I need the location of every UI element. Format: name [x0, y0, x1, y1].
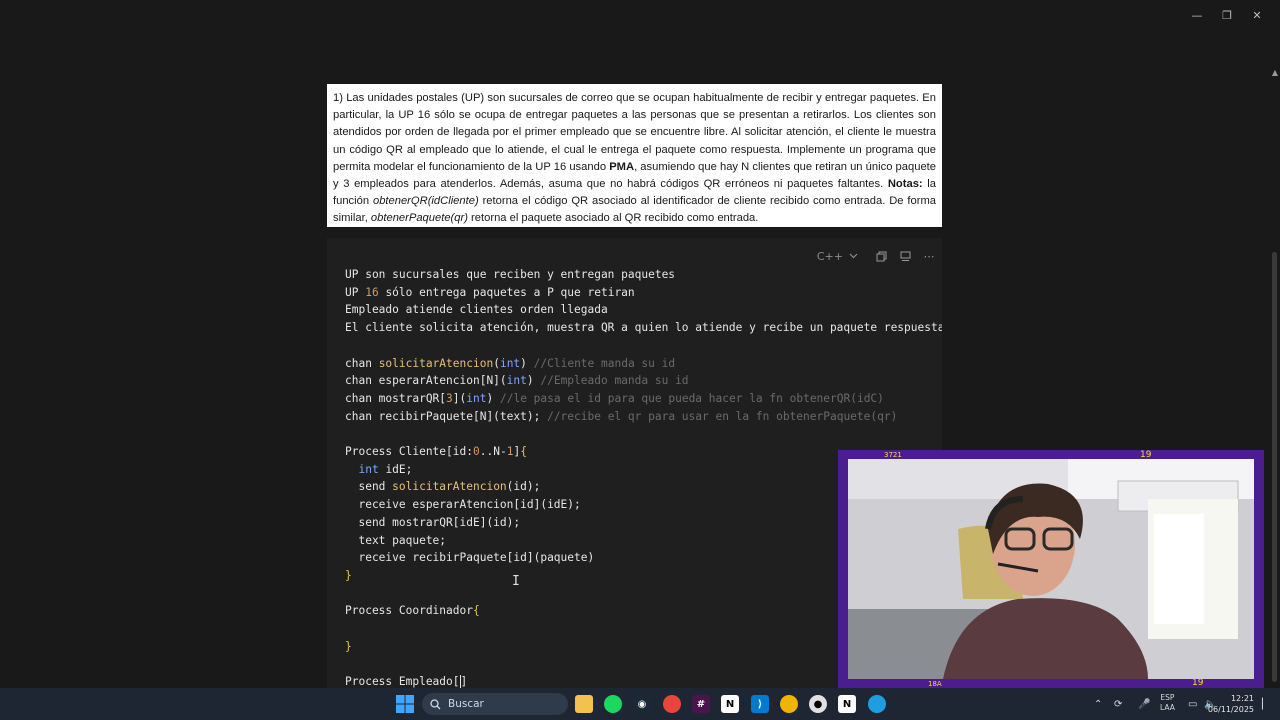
network-icon[interactable]: ▭: [1188, 688, 1197, 720]
edge-icon[interactable]: [868, 695, 886, 713]
problem-pma: PMA: [609, 160, 635, 173]
vertical-scrollbar[interactable]: [1272, 252, 1277, 682]
webcam-label-bottom-right: 19: [1192, 678, 1204, 688]
chrome-profile-icon[interactable]: [780, 695, 798, 713]
chevron-down-icon: [849, 253, 858, 259]
search-icon: [430, 698, 441, 709]
code-line: chan solicitarAtencion(int) //Cliente ma…: [345, 356, 676, 370]
wrap-icon[interactable]: [896, 247, 914, 265]
notion-active-icon[interactable]: N: [838, 695, 856, 713]
taskbar: Buscar ◉ # N ⟩ ● N ⌃ ⟳ 🎤 ESP LAA ▭ 🔈 12:…: [0, 688, 1280, 720]
steam-icon[interactable]: ◉: [633, 695, 651, 713]
chrome-icon[interactable]: [663, 695, 681, 713]
code-line: UP 16 sólo entrega paquetes a P que reti…: [345, 285, 635, 299]
tray-overflow-icon[interactable]: ⌃: [1094, 688, 1102, 720]
webcam-label-top-left: 3721: [884, 451, 902, 459]
problem-statement-image: 1) Las unidades postales (UP) son sucurs…: [327, 84, 942, 227]
code-line: Empleado atiende clientes orden llegada: [345, 303, 608, 317]
restore-button[interactable]: ❐: [1212, 4, 1242, 26]
spotify-icon[interactable]: [604, 695, 622, 713]
slack-icon[interactable]: #: [692, 695, 710, 713]
code-toolbar: C++ ⋯: [809, 244, 938, 268]
language-bottom: LAA: [1160, 703, 1175, 712]
minimize-button[interactable]: —: [1182, 4, 1212, 26]
close-button[interactable]: ✕: [1242, 4, 1272, 26]
clock-date: 06/11/2025: [1207, 705, 1254, 714]
code-line: chan esperarAtencion[N](int) //Empleado …: [345, 374, 689, 388]
notion-icon[interactable]: N: [721, 695, 739, 713]
clock[interactable]: 12:21 06/11/2025: [1208, 693, 1254, 715]
taskbar-search[interactable]: Buscar: [422, 693, 568, 715]
more-options-icon[interactable]: ⋯: [920, 247, 938, 265]
vscode-icon[interactable]: ⟩: [751, 695, 769, 713]
copy-icon[interactable]: [872, 247, 890, 265]
problem-fn-obtenerqr: obtenerQR(idCliente): [372, 195, 479, 208]
window-controls: — ❐ ✕: [1182, 4, 1272, 26]
sync-icon[interactable]: ⟳: [1114, 688, 1122, 720]
code-line: chan recibirPaquete[N](text); //recibe e…: [345, 409, 898, 423]
search-placeholder: Buscar: [448, 698, 484, 710]
microphone-icon[interactable]: 🎤: [1138, 688, 1150, 720]
file-explorer-icon[interactable]: [575, 695, 593, 713]
github-icon[interactable]: ●: [809, 695, 827, 713]
language-indicator[interactable]: ESP LAA: [1160, 693, 1175, 713]
code-line: UP son sucursales que reciben y entregan…: [345, 268, 676, 281]
problem-fn-obtenerpaquete: obtenerPaquete(qr): [370, 212, 468, 225]
code-line: chan mostrarQR[3](int) //le pasa el id p…: [345, 391, 884, 405]
scroll-up-icon[interactable]: ▲: [1272, 68, 1278, 77]
problem-text-5: retorna el paquete asociado al QR recibi…: [467, 212, 759, 225]
webcam-label-bottom-left: 18A: [928, 680, 942, 688]
problem-notas: Notas:: [887, 178, 923, 191]
clock-time: 12:21: [1230, 694, 1254, 703]
webcam-feed: [848, 459, 1254, 679]
language-label: C++: [816, 249, 843, 263]
windows-start-icon[interactable]: [396, 695, 414, 713]
ibeam-cursor-icon: I: [512, 574, 520, 589]
language-selector[interactable]: C++: [809, 250, 866, 263]
code-line: El cliente solicita atención, muestra QR…: [345, 321, 942, 335]
language-top: ESP: [1160, 693, 1175, 702]
notification-icon[interactable]: ▏: [1262, 688, 1270, 720]
